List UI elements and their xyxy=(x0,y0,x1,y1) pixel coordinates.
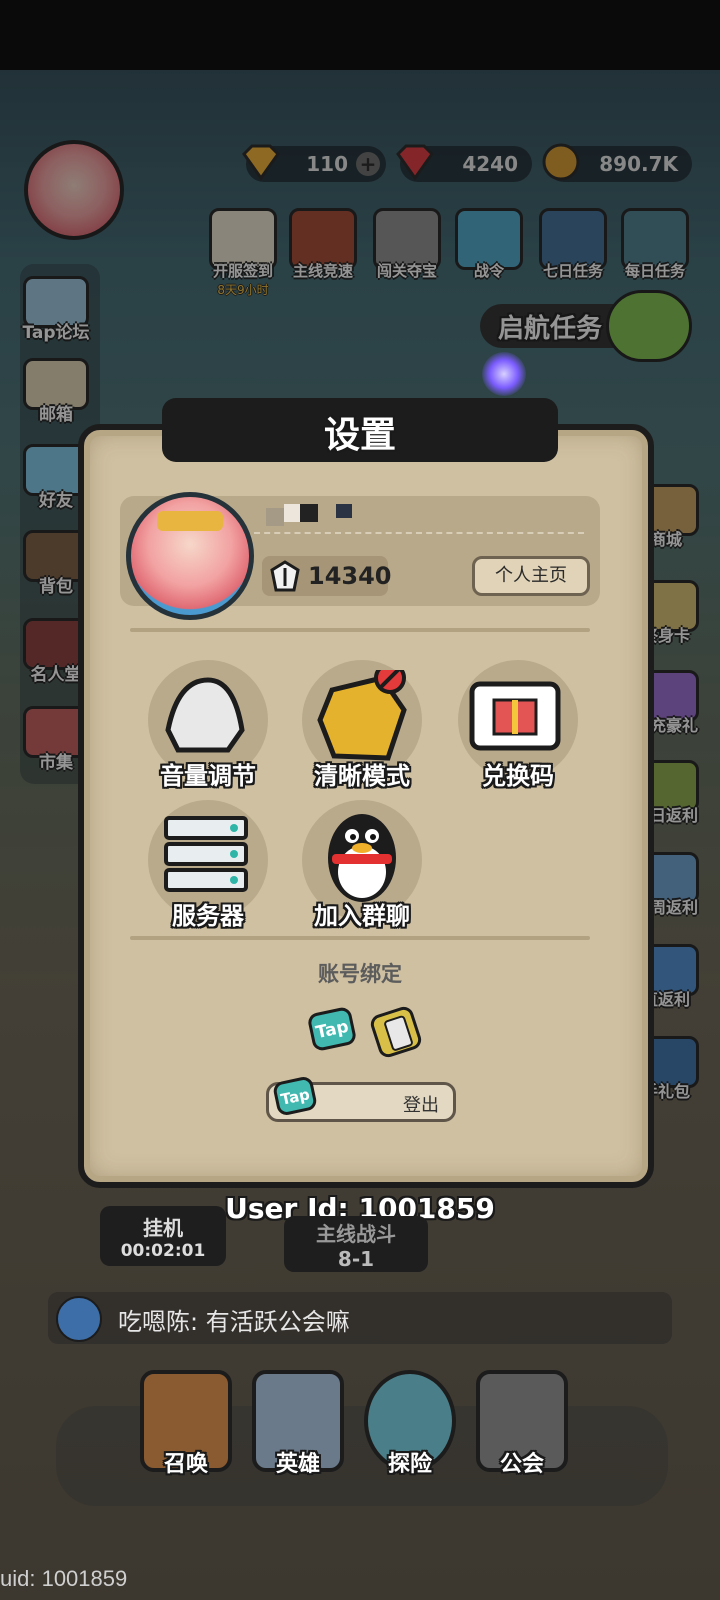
chat-bar[interactable]: 吃嗯陈: 有活跃公会嘛 xyxy=(48,1292,672,1344)
gift-ticket-icon xyxy=(469,681,561,751)
clarity-option[interactable]: 清晰模式 xyxy=(292,660,442,790)
clarity-icon xyxy=(317,670,407,761)
volume-option[interactable]: 音量调节 xyxy=(138,660,288,790)
account-binding-label: 账号绑定 xyxy=(318,962,402,986)
stage-number: 8-1 xyxy=(337,1247,375,1271)
crown-icon xyxy=(157,511,223,531)
volume-icon xyxy=(165,677,245,753)
chat-avatar xyxy=(56,1296,102,1342)
power-badge: 14340 xyxy=(262,556,392,596)
chat-message: 吃嗯陈: 有活跃公会嘛 xyxy=(118,1308,350,1336)
clarity-label: 清晰模式 xyxy=(314,762,410,790)
idle-timer[interactable]: 挂机 00:02:01 xyxy=(100,1206,226,1266)
main-stage-button[interactable]: 主线战斗 8-1 xyxy=(284,1216,428,1272)
server-option[interactable]: 服务器 xyxy=(138,800,288,930)
volume-label: 音量调节 xyxy=(160,762,256,790)
stage-label: 主线战斗 xyxy=(316,1222,396,1246)
nav-summon[interactable]: 召唤 xyxy=(136,1370,236,1478)
idle-time: 00:02:01 xyxy=(120,1241,206,1261)
idle-label: 挂机 xyxy=(143,1216,183,1240)
redeem-label: 兑换码 xyxy=(482,762,554,790)
logout-button[interactable]: Tap 登出 xyxy=(266,1075,456,1122)
tap-logo-icon: Tap xyxy=(271,1075,319,1117)
nav-heroes[interactable]: 英雄 xyxy=(248,1370,348,1478)
server-label: 服务器 xyxy=(172,902,244,930)
nav-explore[interactable]: 探险 xyxy=(360,1370,460,1478)
settings-title: 设置 xyxy=(323,415,396,456)
qq-penguin-icon xyxy=(328,814,396,902)
profile-avatar[interactable] xyxy=(126,492,254,620)
nav-explore-label: 探险 xyxy=(387,1452,432,1477)
logout-label: 登出 xyxy=(403,1095,439,1116)
uid-footer: uid: 1001859 xyxy=(0,1566,128,1591)
server-icon xyxy=(164,816,248,892)
nav-guild-label: 公会 xyxy=(499,1452,544,1477)
blurred-username xyxy=(266,500,362,532)
nav-heroes-label: 英雄 xyxy=(275,1452,320,1477)
magic-orb xyxy=(482,352,526,396)
section-divider xyxy=(130,936,590,940)
game-screen: 110 + 4240 890.7K 开服签到 8天9小时 主线竞速 闯关夺宝 战… xyxy=(0,0,720,1600)
homepage-button[interactable]: 个人主页 xyxy=(472,556,590,596)
nav-guild[interactable]: 公会 xyxy=(472,1370,572,1478)
power-icon xyxy=(270,560,300,592)
phone-icon xyxy=(383,1014,414,1052)
nav-summon-label: 召唤 xyxy=(163,1452,208,1477)
section-divider xyxy=(130,628,590,632)
join-group-label: 加入群聊 xyxy=(314,902,410,930)
power-value: 14340 xyxy=(308,562,392,590)
join-group-option[interactable]: 加入群聊 xyxy=(292,800,442,930)
redeem-option[interactable]: 兑换码 xyxy=(448,660,598,790)
profile-divider xyxy=(254,532,584,536)
settings-title-bar: 设置 xyxy=(162,398,558,462)
